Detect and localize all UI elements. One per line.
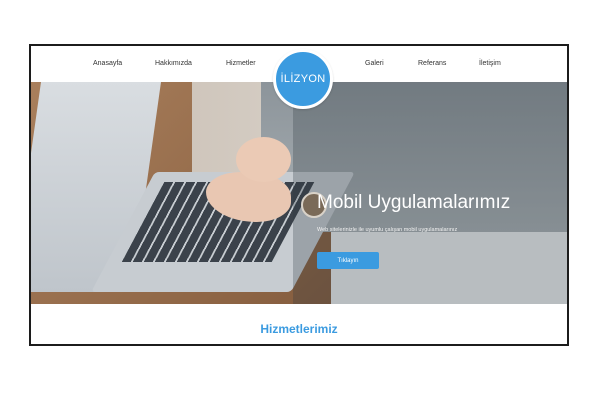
bottom-strip	[31, 338, 567, 344]
nav-item-anasayfa[interactable]: Anasayfa	[93, 60, 122, 67]
hero-title: Mobil Uygulamalarımız	[317, 192, 511, 213]
hero-subtitle: Web sitelerinizle ile uyumlu çalışan mob…	[317, 227, 458, 233]
website-frame: Anasayfa Hakkımızda Hizmetler Galeri Ref…	[29, 44, 569, 346]
hero-cta-button[interactable]: Tıklayın	[317, 252, 379, 269]
nav-item-hakkimizda[interactable]: Hakkımızda	[155, 60, 192, 67]
logo-text: İLİZYON	[280, 73, 326, 85]
services-section-title: Hizmetlerimiz	[260, 322, 338, 336]
hero-banner: Mobil Uygulamalarımız Web sitelerinizle …	[31, 82, 567, 304]
hero-hand-second	[236, 137, 291, 182]
nav-item-hizmetler[interactable]: Hizmetler	[226, 60, 256, 67]
nav-item-referans[interactable]: Referans	[418, 60, 446, 67]
site-logo[interactable]: İLİZYON	[273, 49, 333, 109]
nav-item-galeri[interactable]: Galeri	[365, 60, 384, 67]
nav-item-iletisim[interactable]: İletişim	[479, 60, 501, 67]
